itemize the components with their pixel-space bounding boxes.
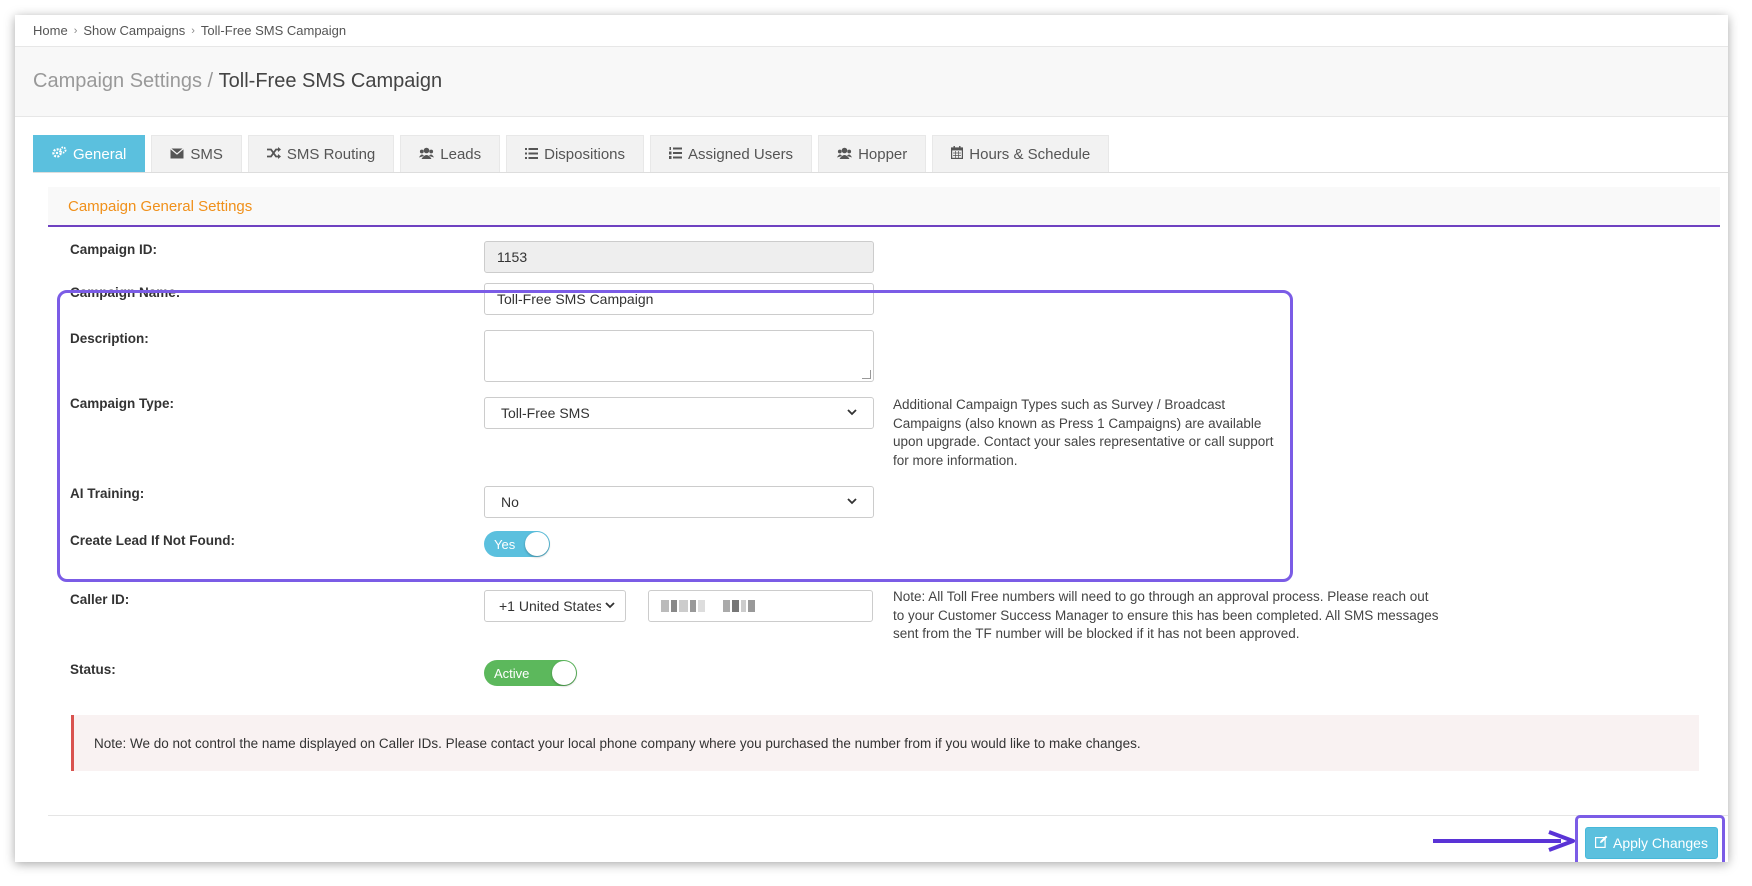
- arrow-annotation: [1433, 830, 1575, 855]
- chevron-right-icon: ›: [73, 24, 78, 37]
- caller-id-country-select[interactable]: +1 United States: [484, 590, 626, 622]
- caller-id-number-input[interactable]: [648, 590, 873, 622]
- redacted-number: [661, 600, 755, 612]
- caller-id-label: Caller ID:: [70, 592, 130, 607]
- edit-icon: [1595, 835, 1608, 851]
- caller-id-country: +1 United States: [499, 598, 601, 614]
- list-ol-icon: [669, 146, 683, 163]
- app-window: Home › Show Campaigns › Toll-Free SMS Ca…: [15, 15, 1728, 862]
- breadcrumb-show-campaigns[interactable]: Show Campaigns: [83, 23, 185, 38]
- tab-label: SMS Routing: [286, 145, 376, 163]
- chevron-down-icon: [605, 600, 615, 612]
- tabs-divider: [33, 172, 1728, 173]
- breadcrumb-current: Toll-Free SMS Campaign: [200, 23, 347, 38]
- tab-label: General: [73, 145, 127, 163]
- users-icon: [837, 146, 853, 163]
- tab-hopper[interactable]: Hopper: [818, 135, 927, 172]
- general-settings-panel: Campaign General Settings: [48, 187, 1720, 227]
- tab-leads[interactable]: Leads: [400, 135, 501, 172]
- page-section: Campaign Settings: [33, 70, 202, 92]
- apply-changes-button[interactable]: Apply Changes: [1585, 827, 1718, 859]
- footer-divider: [48, 815, 1728, 816]
- toggle-label: Active: [494, 665, 530, 681]
- tab-assigned-users[interactable]: Assigned Users: [650, 135, 813, 172]
- breadcrumb: Home › Show Campaigns › Toll-Free SMS Ca…: [15, 15, 1728, 47]
- random-icon: [266, 146, 281, 163]
- tab-sms[interactable]: SMS: [151, 135, 242, 172]
- status-label: Status:: [70, 662, 116, 677]
- panel-title: Campaign General Settings: [48, 187, 1720, 227]
- apply-changes-label: Apply Changes: [1613, 835, 1708, 851]
- tab-label: Dispositions: [544, 145, 626, 163]
- calendar-icon: [951, 145, 964, 163]
- caller-id-note: Note: We do not control the name display…: [71, 715, 1699, 771]
- tab-label: SMS: [190, 145, 223, 163]
- tab-sms-routing[interactable]: SMS Routing: [247, 135, 395, 172]
- page-title: Toll-Free SMS Campaign: [218, 70, 443, 92]
- status-toggle[interactable]: Active: [484, 660, 577, 686]
- campaign-id-field: 1153: [484, 241, 874, 273]
- users-icon: [419, 146, 435, 163]
- caller-id-help: Note: All Toll Free numbers will need to…: [893, 589, 1439, 641]
- tab-label: Hopper: [858, 145, 908, 163]
- toggle-knob: [552, 661, 576, 685]
- tab-label: Leads: [440, 145, 482, 163]
- breadcrumb-home[interactable]: Home: [33, 23, 68, 38]
- campaign-id-label: Campaign ID:: [70, 242, 158, 257]
- page-header: Campaign Settings / Toll-Free SMS Campai…: [15, 47, 1728, 117]
- tab-hours-schedule[interactable]: Hours & Schedule: [932, 135, 1110, 172]
- envelope-icon: [170, 146, 185, 163]
- chevron-right-icon: ›: [191, 24, 195, 37]
- title-separator: /: [201, 70, 219, 92]
- tab-bar: General SMS SMS Routing Leads Dispositio…: [33, 135, 1110, 172]
- highlight-callout: [57, 290, 1293, 582]
- tab-general[interactable]: General: [33, 135, 146, 172]
- tab-label: Hours & Schedule: [969, 145, 1091, 163]
- tab-label: Assigned Users: [688, 145, 794, 163]
- list-icon: [525, 146, 539, 163]
- tab-dispositions[interactable]: Dispositions: [506, 135, 645, 172]
- gears-icon: [52, 146, 67, 163]
